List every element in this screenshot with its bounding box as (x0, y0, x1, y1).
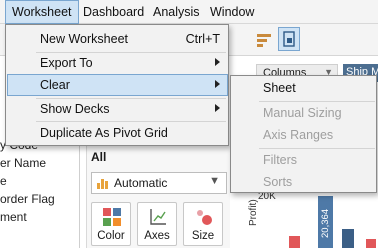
color-label: Color (97, 230, 125, 242)
size-icon (197, 210, 212, 225)
axes-button[interactable]: Axes (137, 202, 177, 246)
field-item[interactable]: e (0, 174, 7, 188)
fit-view-button[interactable] (278, 27, 300, 51)
y-axis-label: Profit) (248, 199, 259, 226)
submenu-arrow-icon (215, 104, 220, 112)
menu-bar: Worksheet Dashboard Analysis Window (0, 0, 378, 24)
field-item[interactable]: er Name (0, 156, 46, 170)
menu-item-label: Export To (40, 56, 93, 70)
menu-item-label: New Worksheet (40, 32, 128, 46)
worksheet-menu: New Worksheet Ctrl+T Export To Clear Sho… (5, 24, 229, 146)
chevron-down-icon: ▼ (209, 175, 220, 187)
color-icon (103, 208, 121, 226)
menu-item-label: Clear (40, 78, 70, 92)
chart-bar[interactable] (342, 229, 354, 248)
submenu-item-manual-sizing: Manual Sizing (263, 106, 342, 120)
marks-header[interactable]: All (91, 150, 106, 164)
menu-item-show-decks[interactable]: Show Decks (7, 98, 228, 120)
field-item[interactable]: order Flag (0, 192, 55, 206)
sort-icon[interactable] (256, 32, 272, 48)
submenu-item-axis-ranges: Axis Ranges (263, 128, 334, 142)
menu-item-label: Show Decks (40, 102, 110, 116)
chart-bar[interactable] (366, 239, 376, 248)
axes-icon (150, 209, 166, 225)
field-item[interactable]: ment (0, 210, 27, 224)
fit-view-icon (283, 31, 295, 47)
menu-item-label: Duplicate As Pivot Grid (40, 126, 168, 140)
menu-item-export-to[interactable]: Export To (7, 52, 228, 74)
submenu-item-sorts: Sorts (263, 175, 293, 189)
menu-item-duplicate-as-pivot-grid[interactable]: Duplicate As Pivot Grid (7, 122, 228, 144)
submenu-arrow-icon (215, 58, 220, 66)
mark-type-select[interactable]: Automatic ▼ (91, 172, 227, 194)
bar-data-label: 20,364 (320, 208, 331, 238)
mark-type-label: Automatic (114, 176, 168, 190)
menu-window[interactable]: Window (204, 0, 260, 24)
chart-bar[interactable] (289, 236, 300, 248)
bar-chart-icon (97, 179, 108, 189)
menu-separator (259, 101, 375, 102)
marks-card: All Automatic ▼ Color Axes Size (86, 146, 230, 248)
menu-dashboard[interactable]: Dashboard (77, 0, 150, 24)
menu-worksheet[interactable]: Worksheet (5, 0, 79, 24)
submenu-arrow-icon (215, 80, 220, 88)
menu-item-new-worksheet[interactable]: New Worksheet Ctrl+T (7, 28, 228, 50)
submenu-item-filters: Filters (263, 153, 298, 167)
menu-item-shortcut: Ctrl+T (185, 32, 220, 46)
axes-label: Axes (144, 230, 170, 242)
size-button[interactable]: Size (183, 202, 223, 246)
clear-submenu: Sheet Manual Sizing Axis Ranges Filters … (230, 75, 377, 193)
color-button[interactable]: Color (91, 202, 131, 246)
size-label: Size (191, 230, 215, 242)
menu-item-clear[interactable]: Clear (7, 74, 228, 96)
menu-analysis[interactable]: Analysis (147, 0, 206, 24)
submenu-item-sheet[interactable]: Sheet (263, 81, 296, 95)
menu-separator (259, 148, 375, 149)
